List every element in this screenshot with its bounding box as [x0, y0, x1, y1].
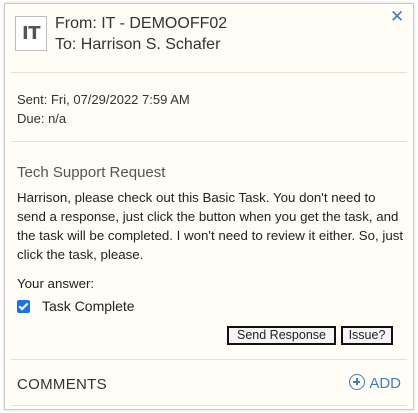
to-line: To: Harrison S. Schafer	[55, 36, 221, 53]
answer-label: Your answer:	[17, 276, 95, 291]
divider	[11, 72, 407, 73]
task-panel: ✕ IT From: IT - DEMOOFF02 To: Harrison S…	[4, 3, 414, 410]
message-subject: Tech Support Request	[17, 164, 166, 181]
issue-button[interactable]: Issue?	[341, 326, 393, 345]
from-line: From: IT - DEMOOFF02	[55, 15, 228, 32]
divider	[11, 141, 407, 142]
send-response-button[interactable]: Send Response	[227, 326, 336, 345]
message-body: Harrison, please check out this Basic Ta…	[17, 190, 404, 262]
sent-date: Sent: Fri, 07/29/2022 7:59 AM	[17, 92, 190, 107]
due-date: Due: n/a	[17, 111, 67, 126]
task-complete-checkbox[interactable]	[17, 300, 30, 313]
add-label: ADD	[369, 375, 401, 392]
avatar: IT	[15, 16, 47, 51]
divider	[11, 359, 407, 360]
divider	[11, 405, 407, 406]
message-header: IT From: IT - DEMOOFF02 To: Harrison S. …	[15, 14, 395, 66]
plus-circle-icon	[349, 374, 366, 390]
task-complete-label[interactable]: Task Complete	[42, 298, 135, 314]
add-comment-button[interactable]: ADD	[349, 374, 401, 392]
comments-heading: COMMENTS	[17, 376, 107, 393]
